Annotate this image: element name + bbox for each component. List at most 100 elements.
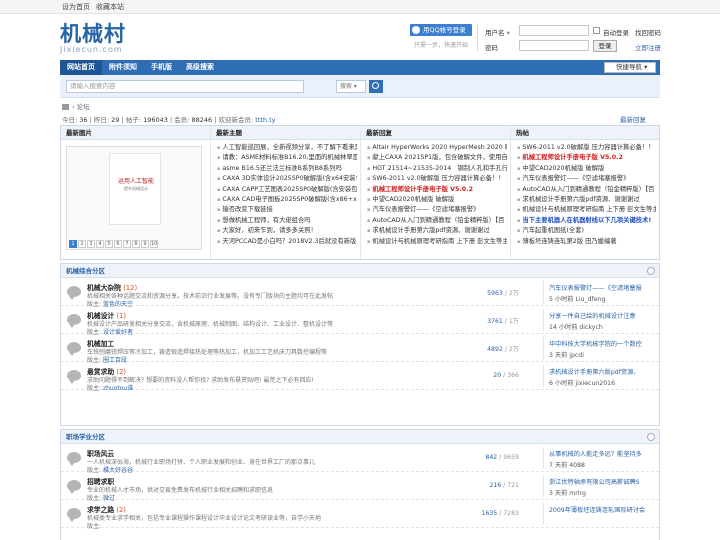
search-input[interactable]: 请输入搜索内容 [66, 80, 304, 93]
search-button[interactable] [369, 80, 383, 93]
book-cover-image[interactable]: 运用人工智能 提升机械设计 [109, 153, 161, 225]
list-item[interactable]: AutoCAD从入门到精通教程（铂金精粹版）【百 [517, 185, 656, 195]
qq-login-button[interactable]: 用QQ帐号登录 [410, 24, 472, 36]
list-item[interactable]: CAXA 3D实体设计2025SP0破解版(含x64安装包和 [217, 174, 357, 184]
set-homepage-link[interactable]: 设为首页 [62, 3, 90, 11]
username-input[interactable] [519, 25, 589, 36]
auto-login-checkbox[interactable] [593, 27, 600, 34]
nav-item-attachment-notice[interactable]: 附件须知 [102, 60, 144, 75]
slide-page[interactable]: 7 [123, 240, 131, 248]
forum-bubble-icon[interactable] [67, 452, 81, 466]
stat-today: 36 [79, 116, 88, 124]
latest-replies-link[interactable]: 最新回复 [620, 114, 646, 124]
list-item[interactable]: 薄板坯连铸连轧第2版 田乃媛编著 [517, 237, 656, 247]
forum-bubble-icon[interactable] [67, 342, 81, 356]
list-item[interactable]: 机械设计与机械原理考研指南 上下册 彭文生等主 [517, 205, 656, 215]
forum-bubble-icon[interactable] [67, 286, 81, 300]
list-item[interactable]: 求机械设计手册第六版pdf资源、谢谢谢过 [517, 195, 656, 205]
list-item[interactable]: 求机械设计手册第六版pdf资源、谢谢谢过 [367, 226, 507, 236]
forum-counts: 4892 / 2万 [487, 346, 519, 353]
latest-replies-column: 最新回复 Altair HyperWorks 2020 HyperMesh 20… [361, 126, 511, 259]
slide-page[interactable]: 5 [105, 240, 113, 248]
list-item[interactable]: asme B16.5还兰法兰标准B系列B8系列吗 [217, 164, 357, 174]
forum-bubble-icon[interactable] [67, 480, 81, 494]
image-slideshow[interactable]: 运用人工智能 提升机械设计 1 2 3 4 5 6 7 8 9 10 [66, 146, 202, 250]
list-item[interactable]: 机械工程师设计手册电子版 V5.0.2 [517, 153, 656, 163]
quick-nav-dropdown[interactable]: 快捷导航 ▾ [604, 62, 656, 73]
forum-description: 机械设计产品研发相关分享交流，含机械原理、机械制图、结构设计、工业设计、整机设计… [87, 321, 334, 328]
list-item[interactable]: 机械工程师设计手册电子版 V5.0.2 [367, 185, 507, 195]
newest-member-link[interactable]: ttth.ty [255, 116, 275, 124]
section-title-text[interactable]: 职场学业分区 [66, 433, 105, 441]
username-label[interactable]: 用户名 ▾ [485, 27, 510, 37]
list-item[interactable]: 当下主要机器人在机器射线以下几项关键技术! [517, 216, 656, 226]
list-item[interactable]: 中望CAD2020机械版 破解版 [517, 164, 656, 174]
forum-bubble-icon[interactable] [67, 508, 81, 522]
list-item[interactable]: 请教：ASME材料标准B16.20,里面的机械林翠是什 [217, 153, 357, 163]
list-item[interactable]: 输否改变下载链接 [217, 205, 357, 215]
list-item[interactable]: 中望CAD2020机械版 破解版 [367, 195, 507, 205]
nav-item-advanced-search[interactable]: 高级搜索 [179, 60, 221, 75]
last-post-title[interactable]: 浙江优特轴承有限公司高薪诚聘S [549, 477, 659, 486]
forum-bubble-icon[interactable] [67, 370, 81, 384]
site-logo[interactable]: 机械村 Jixiecun.com [60, 22, 126, 54]
breadcrumb-current[interactable]: 论坛 [77, 103, 90, 111]
list-item[interactable]: 汽车仪表报警灯——《空滤堵塞报警》 [517, 174, 656, 184]
nav-item-mobile[interactable]: 手机版 [144, 60, 179, 75]
list-item[interactable]: HGT 21514~21535-2014 钢制人孔和手孔行标 [367, 164, 507, 174]
home-icon[interactable] [62, 104, 69, 110]
moderator-link[interactable]: zhuotou谁 [103, 385, 133, 392]
list-item[interactable]: 大家好，初来乍到，请多多关照！ [217, 226, 357, 236]
last-post-meta[interactable]: 3 天前 mrlrg [549, 488, 659, 497]
last-post-title[interactable]: 从事机械的人能走多远？能坚持多 [549, 449, 659, 458]
list-item[interactable]: 人工智能巡回展，全新视频分享，不了解下看来是 [217, 143, 357, 153]
slide-page[interactable]: 9 [141, 240, 149, 248]
search-type-select[interactable]: 搜索 ▾ [336, 80, 366, 93]
logo-text: 机械村 [60, 21, 126, 46]
slide-page[interactable]: 4 [96, 240, 104, 248]
slide-page[interactable]: 1 [69, 240, 77, 248]
collapse-icon[interactable] [647, 267, 655, 275]
find-password-link[interactable]: 找回密码 [635, 27, 661, 37]
list-item[interactable]: AutoCAD从入门到精通教程（铂金精粹版）【百 [367, 216, 507, 226]
collapse-icon[interactable] [647, 433, 655, 441]
divider [543, 475, 544, 497]
list-item[interactable]: CAXA CAPP工艺图表2025SP0破解版(含安装包和 [217, 185, 357, 195]
slide-page[interactable]: 6 [114, 240, 122, 248]
list-item[interactable]: 机械设计与机械原理考研指南 上下册 彭文生等主 [367, 237, 507, 247]
last-post-title[interactable]: 2009年薄板坯连铸连轧国际研讨会 [549, 505, 659, 514]
slide-page[interactable]: 8 [132, 240, 140, 248]
last-post-meta[interactable]: 5 小时前 Liu_dfeng [549, 294, 659, 303]
last-post-meta[interactable]: 3 天前 jpcdi [549, 350, 659, 359]
password-input[interactable] [519, 40, 589, 51]
list-item[interactable]: 天河PCCAD是小白吗？2018V2.3后就没有新版 [217, 237, 357, 247]
forum-bubble-icon[interactable] [67, 314, 81, 328]
last-post-meta[interactable]: 7 天前 4088 [549, 460, 659, 469]
last-post-title[interactable]: 华中科技大学机械学院的一个数控 [549, 339, 659, 348]
login-button[interactable]: 登录 [593, 40, 617, 52]
slide-page[interactable]: 3 [87, 240, 95, 248]
divider [543, 281, 544, 303]
list-item[interactable]: 汽车仪表报警灯——《空滤堵塞报警》 [367, 205, 507, 215]
nav-item-home[interactable]: 网站首页 [60, 60, 102, 75]
list-item[interactable]: Altair HyperWorks 2020 HyperMesh 2020 破解 [367, 143, 507, 153]
list-item[interactable]: SW6-2011 v2.0破解版 压力容器计算必备！！ [517, 143, 656, 153]
slide-page[interactable]: 10 [150, 240, 158, 248]
divider [543, 309, 544, 331]
list-item[interactable]: 想做机械工程师，有大佬组合吗 [217, 216, 357, 226]
last-post-title[interactable]: 汽车仪表报警灯——《空滤堵塞报 [549, 283, 659, 292]
last-post-title[interactable]: 求机械设计手册第六版pdf资源、 [549, 367, 659, 376]
list-item[interactable]: SW6-2011 v2.0破解版 压力容器计算必备！！ [367, 174, 507, 184]
list-item[interactable]: 献上CAXA 2021SP1版，包含破解文件，使用自 [367, 153, 507, 163]
last-post-title[interactable]: 分享一件自己绘的机械设计注意 [549, 311, 659, 320]
register-link[interactable]: 立即注册 [635, 42, 661, 52]
slide-page[interactable]: 2 [78, 240, 86, 248]
section-title-text[interactable]: 机械综合分区 [66, 267, 105, 275]
stat-posts: 196043 [143, 116, 168, 124]
last-post-meta[interactable]: 6 小时前 jixiecun2016 [549, 378, 659, 387]
list-item[interactable]: CAXA CAD电子图板2025SP0破解版(含x86+x64安 [217, 195, 357, 205]
list-item[interactable]: 汽车起重机图纸(全套) [517, 226, 656, 236]
forum-counts: 3761 / 1万 [487, 318, 519, 325]
last-post-meta[interactable]: 14 小时前 dickych [549, 322, 659, 331]
bookmark-link[interactable]: 收藏本站 [96, 3, 124, 11]
